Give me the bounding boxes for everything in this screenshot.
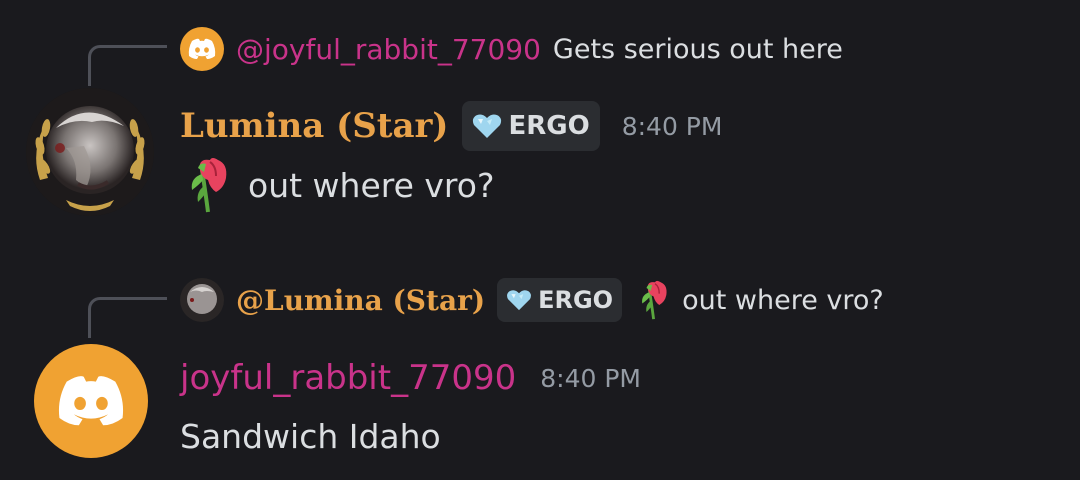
reply-author[interactable]: @Lumina (Star) [236, 284, 485, 317]
reply-preview[interactable]: @Lumina (Star) ERGO out where vro? [180, 278, 884, 322]
reply-connector [88, 45, 167, 86]
timestamp: 8:40 PM [540, 363, 641, 393]
message-text: Sandwich Idaho [180, 416, 441, 456]
discord-logo-icon [188, 38, 216, 59]
message-content[interactable]: out where vro? [186, 154, 494, 216]
reply-avatar-image [180, 278, 224, 322]
tag-label: ERGO [508, 111, 590, 141]
heart-gem-icon [507, 290, 532, 311]
server-tag[interactable]: ERGO [462, 101, 600, 151]
discord-logo-icon [58, 376, 124, 426]
message-text: out where vro? [248, 165, 495, 205]
heart-gem-icon [473, 114, 502, 138]
reply-connector [88, 297, 167, 338]
author-name[interactable]: joyful_rabbit_77090 [180, 358, 516, 398]
wilted-rose-icon [642, 280, 667, 320]
reply-preview[interactable]: @joyful_rabbit_77090 Gets serious out he… [180, 27, 843, 71]
reply-avatar[interactable] [180, 27, 224, 71]
wilted-rose-icon [191, 158, 227, 213]
timestamp: 8:40 PM [621, 111, 723, 141]
tag-label: ERGO [538, 286, 614, 314]
avatar[interactable] [26, 88, 154, 216]
reply-text[interactable]: Gets serious out here [553, 34, 843, 65]
author-name[interactable]: Lumina (Star) [180, 106, 448, 146]
chat-view: @joyful_rabbit_77090 Gets serious out he… [0, 0, 1080, 480]
reply-author[interactable]: @joyful_rabbit_77090 [236, 33, 541, 66]
reply-avatar[interactable] [180, 278, 224, 322]
avatar-image [26, 88, 154, 216]
reply-text[interactable]: out where vro? [682, 285, 884, 316]
message-header: Lumina (Star) ERGO 8:40 PM [180, 100, 722, 152]
message-content[interactable]: Sandwich Idaho [180, 410, 441, 462]
message-header: joyful_rabbit_77090 8:40 PM [180, 352, 641, 404]
server-tag[interactable]: ERGO [497, 278, 623, 322]
avatar[interactable] [34, 344, 148, 458]
